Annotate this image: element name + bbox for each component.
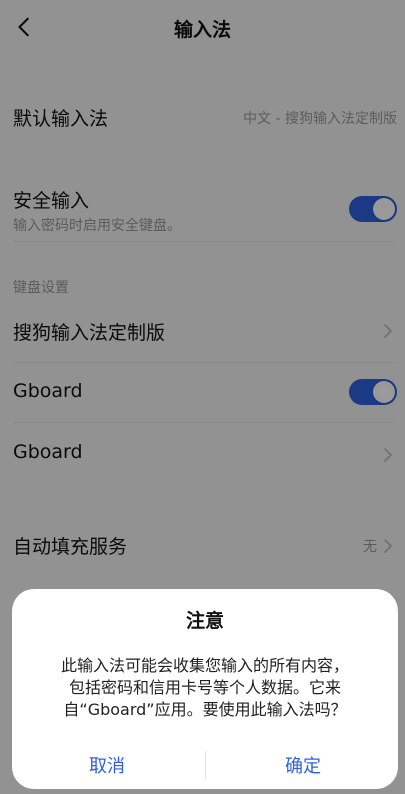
confirm-button[interactable]: 确定 <box>208 752 398 778</box>
dialog-message-line: 包括密码和信用卡号等个人数据。它来 <box>68 678 341 697</box>
dialog-title: 注意 <box>185 610 224 632</box>
dialog-message-line: 此输入法可能会收集您输入的所有内容， <box>60 656 349 675</box>
ime-warning-dialog: 注意 此输入法可能会收集您输入的所有内容， 包括密码和信用卡号等个人数据。它来 … <box>12 589 398 789</box>
button-divider <box>205 751 206 779</box>
dialog-message-line: 自“Gboard”应用。要使用此输入法吗？ <box>63 700 347 719</box>
cancel-button[interactable]: 取消 <box>12 752 202 778</box>
dialog-message: 此输入法可能会收集您输入的所有内容， 包括密码和信用卡号等个人数据。它来 自“G… <box>32 655 378 721</box>
